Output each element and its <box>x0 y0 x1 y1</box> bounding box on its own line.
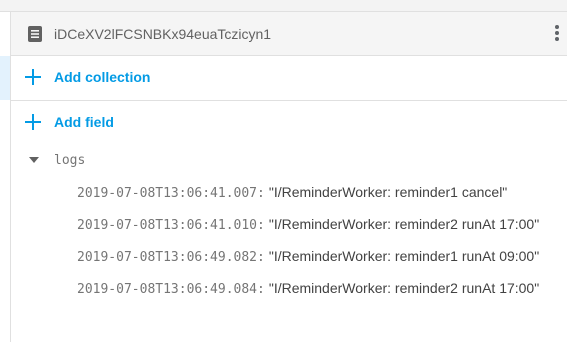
map-entry[interactable]: 2019-07-08T13:06:49.082: "I/ReminderWorke… <box>77 247 539 267</box>
firestore-document-panel: iDCeXV2lFCSNBKx94euaTczicyn1 Add collect… <box>0 0 567 342</box>
document-id-title: iDCeXV2lFCSNBKx94euaTczicyn1 <box>54 26 272 42</box>
add-collection-button[interactable]: Add collection <box>11 56 567 101</box>
entry-value: "I/ReminderWorker: reminder1 runAt 09:00… <box>268 248 540 264</box>
add-field-label: Add field <box>54 114 114 130</box>
entry-key: 2019-07-08T13:06:41.010: <box>77 218 265 233</box>
field-logs-row[interactable]: logs <box>11 149 567 173</box>
top-strip <box>0 0 567 12</box>
entry-value: "I/ReminderWorker: reminder2 runAt 17:00… <box>268 280 540 296</box>
entry-key: 2019-07-08T13:06:49.084: <box>77 282 265 297</box>
add-field-button[interactable]: Add field <box>11 101 567 144</box>
add-collection-label: Add collection <box>54 69 151 85</box>
entry-value: "I/ReminderWorker: reminder1 cancel" <box>268 184 508 200</box>
entry-value: "I/ReminderWorker: reminder2 runAt 17:00… <box>268 216 540 232</box>
left-rail-active-indicator <box>0 56 10 100</box>
plus-icon <box>24 113 42 131</box>
entry-key: 2019-07-08T13:06:49.082: <box>77 250 265 265</box>
document-icon <box>28 26 42 42</box>
more-vert-icon[interactable] <box>553 23 561 45</box>
map-entry[interactable]: 2019-07-08T13:06:41.010: "I/ReminderWorke… <box>77 215 539 235</box>
caret-down-icon[interactable] <box>29 157 39 163</box>
entry-key: 2019-07-08T13:06:41.007: <box>77 186 265 201</box>
map-entry[interactable]: 2019-07-08T13:06:41.007: "I/ReminderWorke… <box>77 183 507 203</box>
map-entry[interactable]: 2019-07-08T13:06:49.084: "I/ReminderWorke… <box>77 279 539 299</box>
field-name: logs <box>54 153 86 168</box>
document-header: iDCeXV2lFCSNBKx94euaTczicyn1 <box>11 12 567 56</box>
plus-icon <box>24 68 42 86</box>
